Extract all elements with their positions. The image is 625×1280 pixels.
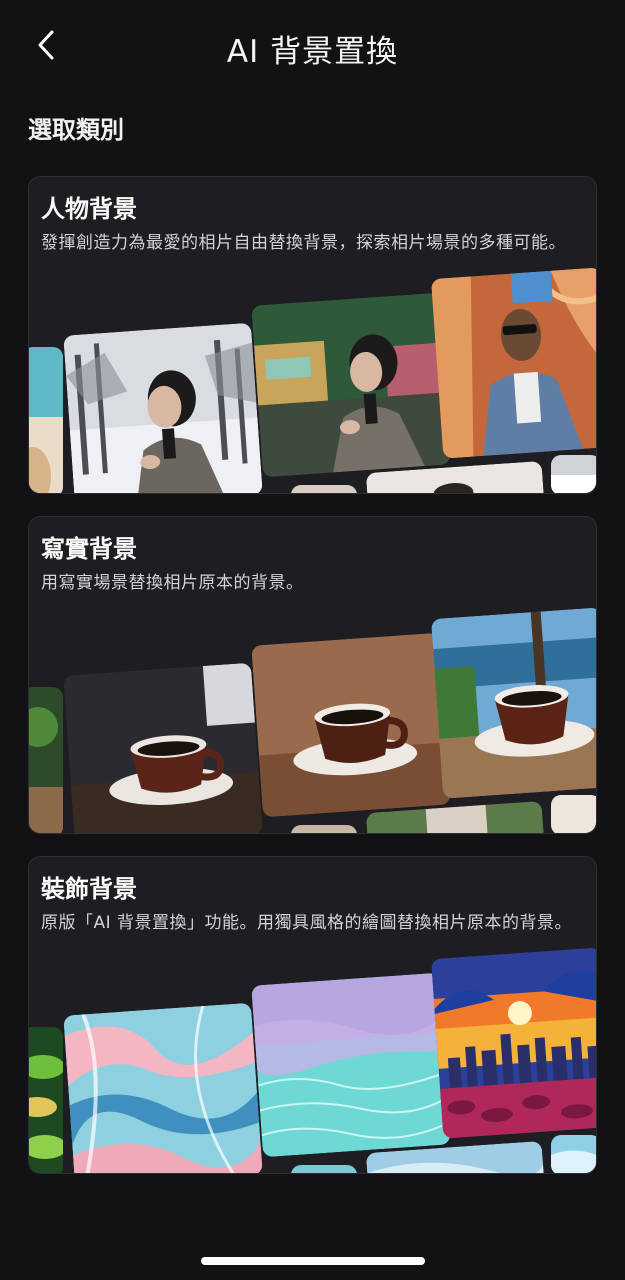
preview-thumb [551,1135,596,1173]
preview-thumb [63,662,263,833]
preview-thumb [63,322,263,493]
card-description: 用寫實場景替換相片原本的背景。 [41,573,304,593]
preview-thumb [63,1002,263,1173]
section-heading: 選取類別 [28,116,124,144]
preview-thumb [430,947,596,1139]
preview-thumb [251,292,451,478]
preview-thumb [29,347,63,493]
card-description: 原版「AI 背景置換」功能。用獨具風格的繪圖替換相片原本的背景。 [41,913,573,933]
card-preview-gallery [29,517,596,833]
preview-thumb [430,267,596,459]
preview-thumb [251,972,451,1158]
preview-thumb [291,485,357,493]
preview-thumb [551,455,596,493]
preview-thumb [551,795,596,833]
preview-thumb [29,1027,63,1173]
card-preview-gallery [29,857,596,1173]
home-indicator[interactable] [201,1257,425,1265]
card-preview-gallery [29,177,596,493]
card-description: 發揮創造力為最愛的相片自由替換背景，探索相片場景的多種可能。 [41,233,566,253]
preview-thumb [251,632,451,818]
preview-thumb [430,607,596,799]
card-title: 人物背景 [41,195,137,223]
page-title: AI 背景置換 [226,34,399,70]
header-bar: AI 背景置換 [0,0,625,92]
preview-thumb [29,687,63,833]
category-card-realistic[interactable]: 寫實背景 用寫實場景替換相片原本的背景。 [28,516,597,834]
preview-thumb [291,825,357,833]
preview-thumb [291,1165,357,1173]
category-card-decorative[interactable]: 裝飾背景 原版「AI 背景置換」功能。用獨具風格的繪圖替換相片原本的背景。 [28,856,597,1174]
card-title: 裝飾背景 [41,875,137,903]
card-title: 寫實背景 [41,535,137,563]
category-card-portrait[interactable]: 人物背景 發揮創造力為最愛的相片自由替換背景，探索相片場景的多種可能。 [28,176,597,494]
